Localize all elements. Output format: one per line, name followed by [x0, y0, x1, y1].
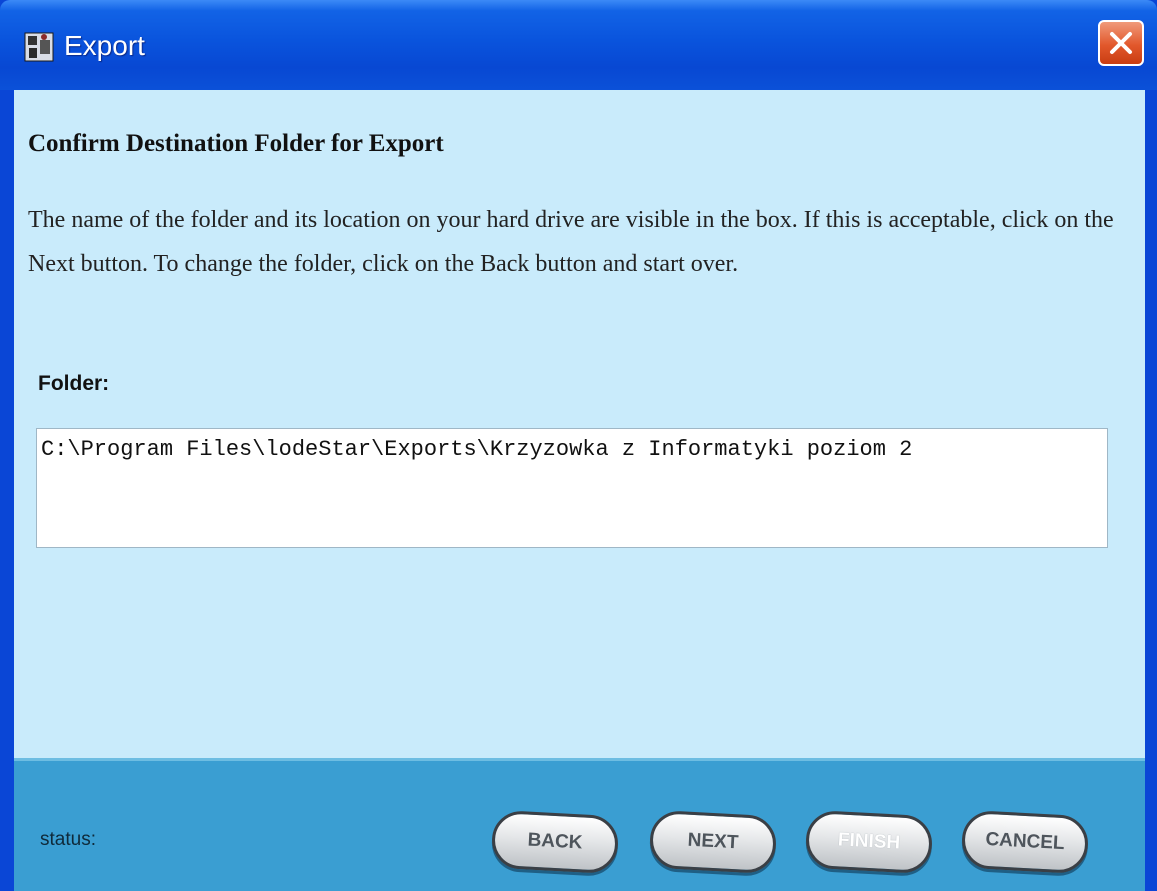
instruction-text: The name of the folder and its location … [28, 207, 1114, 277]
back-button[interactable]: BACK [490, 809, 620, 875]
window-title: Export [64, 30, 145, 61]
window-border-left [0, 90, 14, 891]
folder-path-box[interactable]: C:\Program Files\lodeStar\Exports\Krzyzo… [36, 428, 1108, 548]
window-border-right [1145, 90, 1157, 891]
folder-label: Folder: [38, 372, 110, 395]
title-bar[interactable]: Export [0, 0, 1157, 90]
close-icon [1110, 32, 1132, 54]
dialog-content: Confirm Destination Folder for Export Th… [14, 90, 1145, 758]
button-bar: status: BACK NEXT FINISH CANCEL [14, 758, 1145, 891]
page-heading: Confirm Destination Folder for Export [28, 130, 444, 157]
next-button[interactable]: NEXT [648, 809, 778, 875]
close-button[interactable] [1098, 20, 1144, 66]
export-dialog: Export Confirm Destination Folder for Ex… [0, 0, 1157, 891]
status-label: status: [40, 829, 96, 850]
cancel-button[interactable]: CANCEL [960, 809, 1090, 875]
finish-button[interactable]: FINISH [804, 809, 934, 875]
folder-path-text: C:\Program Files\lodeStar\Exports\Krzyzo… [41, 437, 913, 462]
app-icon [24, 32, 54, 62]
